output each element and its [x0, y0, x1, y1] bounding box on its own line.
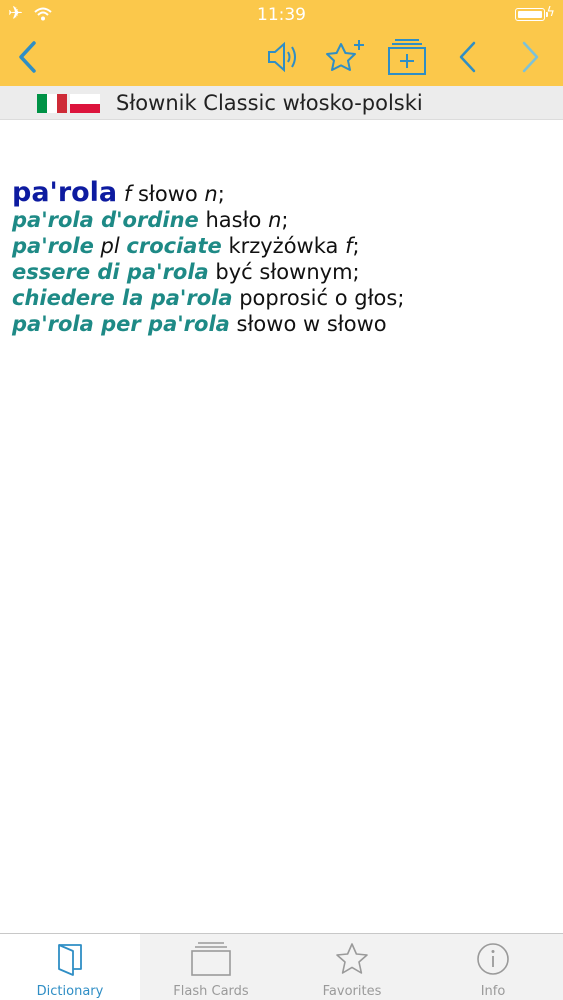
phrase-gender: n	[268, 208, 282, 232]
punctuation: ;	[352, 234, 360, 258]
translation-gender: n	[204, 182, 218, 206]
chevron-left-icon	[19, 41, 36, 73]
tab-dictionary[interactable]: Dictionary	[0, 934, 140, 1000]
punctuation: ;	[352, 260, 360, 284]
star-icon	[282, 940, 422, 978]
tab-label: Flash Cards	[173, 984, 249, 999]
chevron-right-icon	[522, 41, 539, 73]
punctuation: ;	[281, 208, 289, 232]
book-icon	[0, 940, 140, 978]
status-time: 11:39	[257, 5, 306, 25]
headword: pa'rola	[12, 177, 118, 208]
phrase-translation: być słownym	[215, 260, 353, 284]
status-bar: ✈ 11:39 ϟ	[0, 0, 563, 30]
flash-cards-icon	[141, 940, 281, 978]
tab-label: Info	[480, 984, 506, 999]
star-plus-icon	[326, 40, 364, 71]
phrase-line: essere di pa'rola być słownym;	[12, 259, 552, 285]
headword-translation: słowo	[137, 182, 198, 206]
speaker-icon	[268, 41, 296, 73]
dictionary-entry: pa'rola f słowo n; pa'rola d'ordine hasł…	[12, 177, 552, 337]
phrase-translation: hasło	[205, 208, 262, 232]
chevron-left-icon	[459, 41, 476, 73]
phrase-translation: słowo w słowo	[236, 312, 387, 336]
tab-info[interactable]: Info	[423, 934, 563, 1000]
phrase-link[interactable]: chiedere la pa'rola	[12, 286, 233, 310]
phrase-link[interactable]: essere di pa'rola	[12, 260, 209, 284]
tab-favorites[interactable]: Favorites	[282, 934, 422, 1000]
next-entry-button[interactable]	[508, 35, 552, 79]
tab-bar: Dictionary Flash Cards Favorites Info	[0, 933, 563, 1000]
battery-icon	[515, 8, 548, 21]
phrase-line: pa'rola d'ordine hasło n;	[12, 207, 552, 233]
tab-flash-cards[interactable]: Flash Cards	[141, 934, 281, 1000]
previous-entry-button[interactable]	[446, 35, 490, 79]
pronounce-button[interactable]	[262, 35, 306, 79]
add-to-favorites-button[interactable]	[322, 35, 368, 79]
phrase-link[interactable]: crociate	[126, 234, 221, 258]
italian-flag-icon	[37, 94, 67, 113]
phrase-translation: krzyżówka	[228, 234, 339, 258]
tab-label: Dictionary	[36, 984, 104, 999]
charging-icon: ϟ	[546, 5, 555, 20]
dictionary-bar[interactable]: Słownik Classic włosko-polski	[0, 86, 563, 120]
phrase-link[interactable]: pa'rola d'ordine	[12, 208, 199, 232]
card-plus-icon	[388, 39, 426, 75]
add-flash-card-button[interactable]	[384, 35, 430, 79]
polish-flag-icon	[70, 94, 100, 113]
tab-label: Favorites	[322, 984, 382, 999]
plural-marker: pl	[100, 234, 120, 258]
phrase-line: chiedere la pa'rola poprosić o głos;	[12, 285, 552, 311]
headword-gender: f	[123, 182, 132, 206]
punctuation: ;	[397, 286, 405, 310]
phrase-line: pa'rola per pa'rola słowo w słowo	[12, 311, 552, 337]
punctuation: ;	[217, 182, 225, 206]
dictionary-title: Słownik Classic włosko-polski	[116, 91, 423, 115]
back-button[interactable]	[6, 35, 50, 79]
top-bar: ✈ 11:39 ϟ	[0, 0, 563, 86]
phrase-line: pa'role pl crociate krzyżówka f;	[12, 233, 552, 259]
phrase-link[interactable]: pa'role	[12, 234, 94, 258]
entry-headword-line: pa'rola f słowo n;	[12, 177, 552, 208]
phrase-link[interactable]: pa'rola per pa'rola	[12, 312, 230, 336]
info-icon	[423, 940, 563, 978]
phrase-translation: poprosić o głos	[239, 286, 398, 310]
